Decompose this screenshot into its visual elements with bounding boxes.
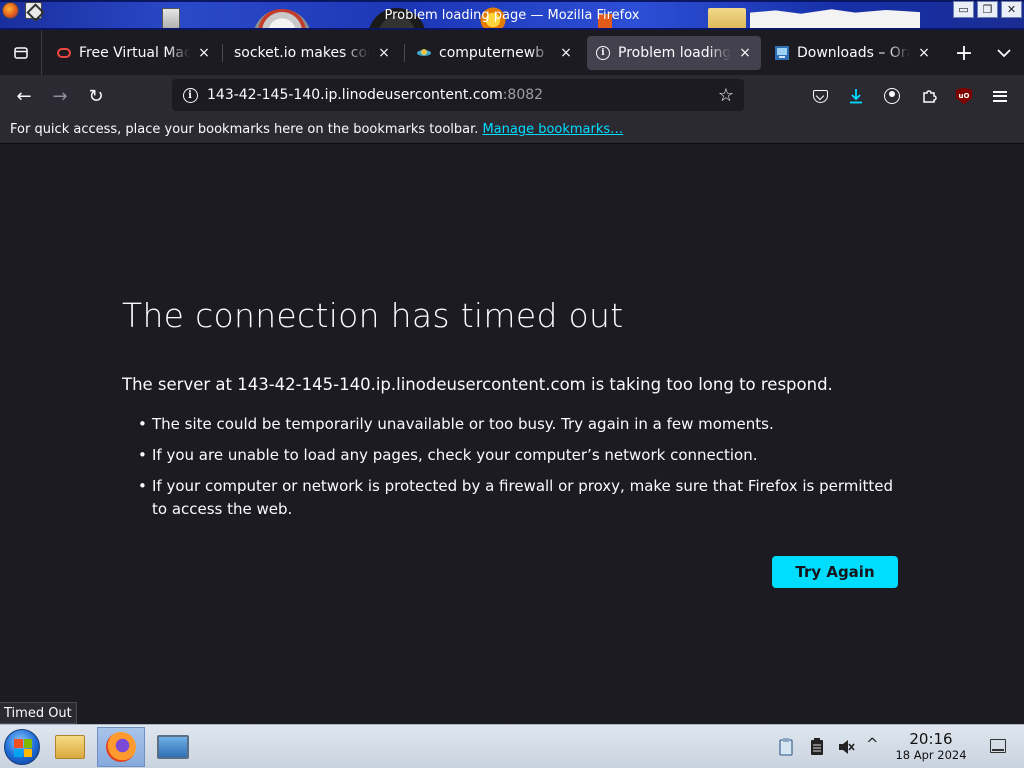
download-icon [850,89,862,104]
error-description: The server at 143-42-145-140.ip.linodeus… [122,375,833,394]
titlebar-top-edge [0,0,1024,2]
window-title: Problem loading page — Mozilla Firefox [384,8,640,23]
error-title: The connection has timed out [122,296,624,335]
oracle-icon [56,45,72,61]
list-item: If your computer or network is protected… [138,475,902,521]
url-text[interactable]: 143-42-145-140.ip.linodeusercontent.com:… [207,87,543,103]
window-title-bar[interactable]: Problem loading page — Mozilla Firefox ▭… [0,0,1024,30]
hamburger-menu-icon [993,90,1007,102]
tab-strip: Free Virtual Machines × socket.io makes … [0,30,1024,75]
remote-desktop-icon [157,735,189,759]
tab-computernewb[interactable]: computernewb × [408,36,582,70]
clipboard-icon[interactable] [777,737,795,757]
battery-icon[interactable] [808,737,826,757]
list-item: The site could be temporarily unavailabl… [138,413,902,436]
url-host: 143-42-145-140.ip.linodeusercontent.com [207,87,503,103]
try-again-button[interactable]: Try Again [772,556,898,588]
app-menu-button[interactable] [986,82,1014,110]
bookmarks-hint-text: For quick access, place your bookmarks h… [10,122,479,137]
list-all-tabs-button[interactable] [990,36,1018,70]
clock[interactable]: 20:16 18 Apr 2024 [895,730,967,763]
minimize-button[interactable]: ▭ [953,1,974,18]
new-tab-button[interactable]: + [950,36,978,70]
tab-label: Free Virtual Machines [79,45,190,61]
folder-icon [55,735,85,759]
tab-separator [404,44,405,62]
volume-muted-icon[interactable] [837,737,855,757]
computernewb-icon [416,45,432,61]
tab-close-icon[interactable]: × [376,45,392,61]
tab-close-icon[interactable]: × [737,45,753,61]
tab-label: socket.io makes comput [234,45,370,61]
url-port: :8082 [502,87,544,103]
firefox-view-button[interactable] [0,30,42,75]
navigation-toolbar: ← → ↻ i 143-42-145-140.ip.linodeusercont… [0,75,1024,116]
error-suggestions-list: The site could be temporarily unavailabl… [138,413,902,529]
downloads-button[interactable] [842,82,870,110]
taskbar-remote-desktop[interactable] [149,727,197,767]
tab-label: Problem loading page [618,45,731,61]
taskbar-file-explorer[interactable] [46,727,94,767]
firefox-view-icon [13,46,28,59]
info-icon: i [182,87,198,103]
account-icon [884,88,900,104]
taskbar: ^ 20:16 18 Apr 2024 [0,724,1024,768]
forward-button[interactable]: → [45,81,75,111]
taskbar-firefox[interactable] [97,727,145,767]
bookmarks-toolbar: For quick access, place your bookmarks h… [0,116,1024,144]
restore-button[interactable]: ❐ [977,1,998,18]
pocket-button[interactable] [806,82,834,110]
puzzle-icon [923,90,937,103]
tab-label: computernewb [439,45,545,61]
manage-bookmarks-link[interactable]: Manage bookmarks… [482,122,623,137]
clock-date: 18 Apr 2024 [895,748,967,762]
tab-label: Downloads – Oracle [797,45,910,61]
tab-problem-loading-page[interactable]: i Problem loading page × [587,36,761,70]
windows-logo-icon [14,739,32,757]
tab-close-icon[interactable]: × [558,45,574,61]
tab-close-icon[interactable]: × [916,45,932,61]
tab-socket-io[interactable]: socket.io makes comput × [226,36,400,70]
tab-downloads-oracle[interactable]: Downloads – Oracle × [766,36,940,70]
list-item: If you are unable to load any pages, che… [138,444,902,467]
window-controls: ▭ ❐ ✕ [953,1,1022,18]
tab-free-virtual-machines[interactable]: Free Virtual Machines × [48,36,220,70]
show-desktop-button[interactable] [990,739,1006,753]
status-tooltip: Timed Out [0,702,77,724]
back-button[interactable]: ← [9,81,39,111]
pocket-icon [812,89,828,103]
page-content: The connection has timed out The server … [0,145,1024,724]
virtualbox-icon [774,45,790,61]
url-bar[interactable]: i 143-42-145-140.ip.linodeusercontent.co… [172,79,744,111]
info-icon: i [595,45,611,61]
extensions-button[interactable] [915,82,943,110]
tray-overflow-chevron-icon[interactable]: ^ [866,735,879,753]
account-button[interactable] [878,82,906,110]
ublock-origin-button[interactable]: uO [950,82,978,110]
clock-time: 20:16 [909,730,953,748]
close-window-button[interactable]: ✕ [1001,1,1022,18]
bookmark-star-icon[interactable]: ☆ [714,83,738,107]
firefox-icon [106,732,136,762]
tab-separator [222,44,223,62]
site-info-button[interactable]: i [175,87,205,103]
start-button[interactable] [4,729,40,765]
chevron-down-icon [997,48,1011,57]
tab-close-icon[interactable]: × [196,45,212,61]
ublock-origin-icon: uO [956,87,972,105]
reload-button[interactable]: ↻ [81,81,111,111]
